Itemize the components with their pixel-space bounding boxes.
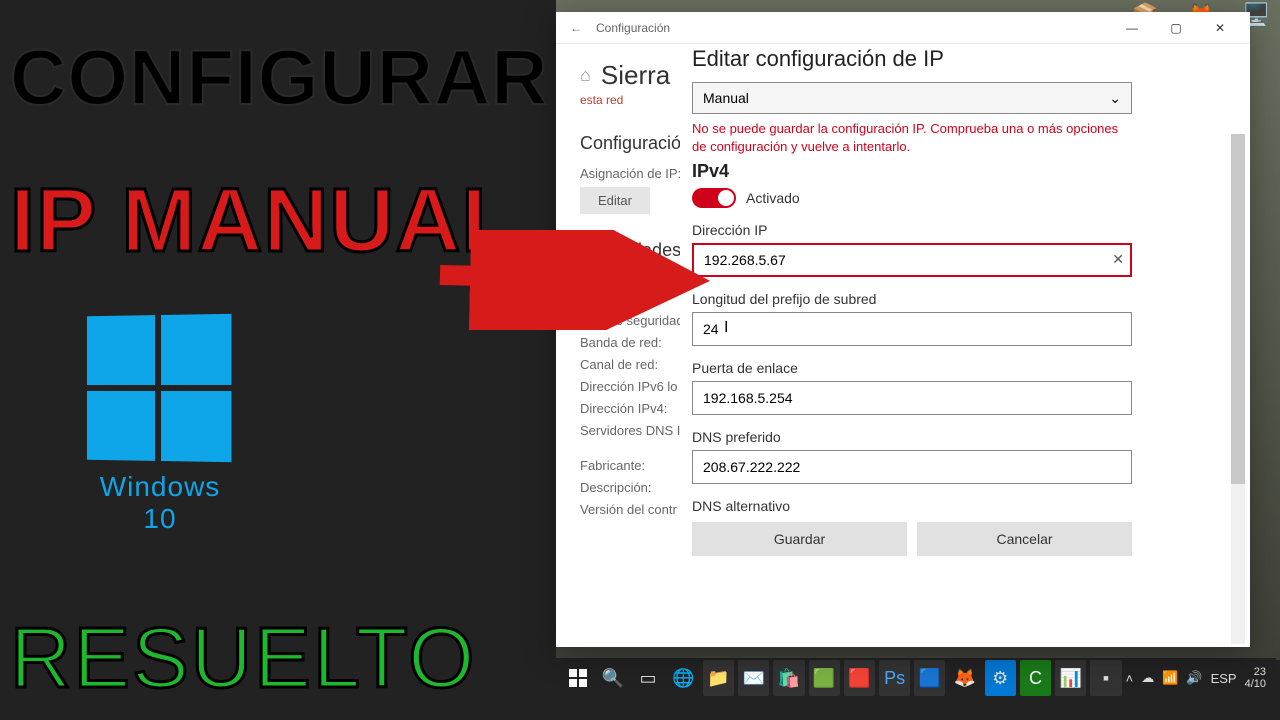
ip-address-input[interactable] — [692, 243, 1132, 277]
chevron-down-icon: ⌄ — [1109, 90, 1121, 107]
app-icon[interactable]: C — [1020, 660, 1051, 696]
prefix-input[interactable] — [692, 312, 1132, 346]
dns1-input[interactable] — [692, 450, 1132, 484]
scrollbar-thumb[interactable] — [1231, 134, 1245, 484]
toggle-label: Activado — [746, 190, 800, 206]
tray-chevron-icon[interactable]: ˄ — [1126, 671, 1134, 686]
app-icon[interactable]: 🟥 — [844, 660, 875, 696]
dropdown-value: Manual — [703, 90, 749, 106]
home-icon[interactable]: ⌂ — [580, 65, 591, 86]
explorer-icon[interactable]: 📁 — [703, 660, 734, 696]
text-cursor-icon: I — [724, 319, 728, 337]
volume-icon[interactable]: 🔊 — [1186, 670, 1202, 686]
minimize-button[interactable]: — — [1110, 13, 1154, 43]
gateway-input[interactable] — [692, 381, 1132, 415]
ipv4-heading: IPv4 — [692, 161, 1233, 182]
cancel-button[interactable]: Cancelar — [917, 522, 1132, 556]
save-button[interactable]: Guardar — [692, 522, 907, 556]
search-icon[interactable]: 🔍 — [597, 660, 628, 696]
system-tray: ˄ ☁ 📶 🔊 ESP 23 4/10 — [1126, 666, 1270, 690]
windows-logo: Windows 10 — [85, 315, 235, 535]
windows-label: Windows 10 — [85, 471, 235, 535]
firefox-icon[interactable]: 🦊 — [949, 660, 980, 696]
prefix-label: Longitud del prefijo de subred — [692, 291, 1233, 307]
dns1-label: DNS preferido — [692, 429, 1233, 445]
ip-config-dialog: Editar configuración de IP Manual ⌄ No s… — [680, 44, 1245, 564]
start-button[interactable] — [562, 660, 593, 696]
maximize-button[interactable]: ▢ — [1154, 13, 1198, 43]
window-title: Configuración — [588, 21, 1110, 35]
task-view-icon[interactable]: ▭ — [632, 660, 663, 696]
store-icon[interactable]: 🛍️ — [773, 660, 804, 696]
app-icon[interactable]: 🟩 — [809, 660, 840, 696]
edge-icon[interactable]: 🌐 — [668, 660, 699, 696]
app-icon[interactable]: 🟦 — [914, 660, 945, 696]
onedrive-icon[interactable]: ☁ — [1141, 670, 1154, 686]
clear-icon[interactable]: ✕ — [1112, 251, 1124, 268]
gateway-label: Puerta de enlace — [692, 360, 1233, 376]
wifi-icon[interactable]: 📶 — [1162, 670, 1178, 686]
taskbar: 🔍 ▭ 🌐 📁 ✉️ 🛍️ 🟩 🟥 Ps 🟦 🦊 ⚙ C 📊 ▪ ˄ ☁ 📶 🔊… — [556, 658, 1276, 698]
photoshop-icon[interactable]: Ps — [879, 660, 910, 696]
error-message: No se puede guardar la configuración IP.… — [692, 120, 1132, 155]
settings-taskbar-icon[interactable]: ⚙ — [985, 660, 1016, 696]
page-title: Sierra — [601, 60, 670, 91]
terminal-icon[interactable]: ▪ — [1090, 660, 1121, 696]
edit-button[interactable]: Editar — [580, 187, 650, 214]
back-button[interactable]: ← — [564, 21, 588, 35]
ipv4-toggle[interactable] — [692, 188, 736, 208]
ip-mode-dropdown[interactable]: Manual ⌄ — [692, 82, 1132, 114]
mail-icon[interactable]: ✉️ — [738, 660, 769, 696]
dialog-title: Editar configuración de IP — [692, 46, 1233, 72]
app-icon[interactable]: 📊 — [1055, 660, 1086, 696]
ip-address-label: Dirección IP — [692, 222, 1233, 238]
titlebar: ← Configuración — ▢ ✕ — [556, 12, 1250, 44]
overlay-resuelto: RESUELTO — [10, 610, 476, 708]
arrow-annotation — [430, 230, 710, 330]
close-button[interactable]: ✕ — [1198, 13, 1242, 43]
clock[interactable]: 23 4/10 — [1245, 666, 1266, 690]
dns2-label: DNS alternativo — [692, 498, 1233, 514]
language-indicator[interactable]: ESP — [1211, 671, 1237, 686]
overlay-line1: CONFIGURAR — [10, 40, 570, 114]
